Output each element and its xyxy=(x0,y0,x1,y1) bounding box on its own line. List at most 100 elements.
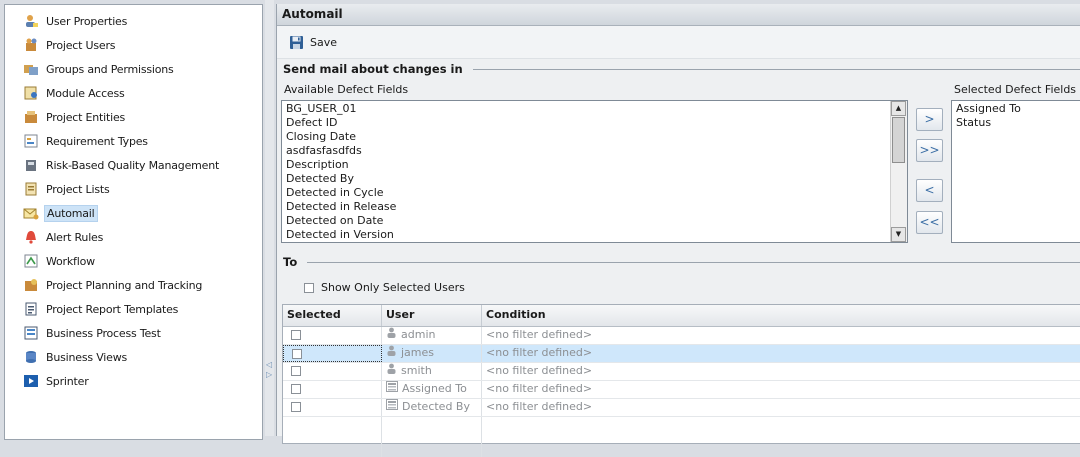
user-name: smith xyxy=(401,364,432,377)
sidebar-item-label: Project Users xyxy=(46,38,116,52)
row-select-cell xyxy=(283,381,382,398)
row-select-cell xyxy=(283,327,382,344)
user-cell: james xyxy=(382,345,482,362)
sidebar-item-project-report-templates[interactable]: Project Report Templates xyxy=(23,299,180,319)
send-mail-heading-text: Send mail about changes in xyxy=(283,62,463,76)
sidebar-item-sprinter[interactable]: Sprinter xyxy=(23,371,91,391)
project-lists-icon xyxy=(23,181,39,197)
available-field-item[interactable]: Defect ID xyxy=(282,116,907,130)
scroll-up-icon[interactable]: ▲ xyxy=(891,101,906,116)
scroll-thumb[interactable] xyxy=(892,117,905,163)
to-heading-text: To xyxy=(283,255,298,269)
table-row[interactable]: Detected By <no filter defined> xyxy=(283,399,1080,417)
sidebar-item-label: Project Report Templates xyxy=(46,302,179,316)
show-only-selected-checkbox[interactable]: Show Only Selected Users xyxy=(304,281,465,294)
project-users-icon xyxy=(23,37,39,53)
condition-cell[interactable]: <no filter defined> xyxy=(482,345,1080,362)
user-properties-icon xyxy=(23,13,39,29)
sidebar-item-business-process-test[interactable]: Business Process Test xyxy=(23,323,163,343)
available-field-item[interactable]: asdfasfasdfds xyxy=(282,144,907,158)
row-select-cell xyxy=(283,399,382,416)
available-field-item[interactable]: Detected in Release xyxy=(282,200,907,214)
row-select-checkbox[interactable] xyxy=(291,366,301,376)
sidebar-item-groups-and-permissions[interactable]: Groups and Permissions xyxy=(23,59,176,79)
selected-field-item[interactable]: Assigned To xyxy=(952,102,1080,116)
automail-icon xyxy=(23,205,39,221)
user-name: Detected By xyxy=(402,400,470,413)
table-row[interactable]: james <no filter defined> xyxy=(283,345,1080,363)
selected-fields-caption: Selected Defect Fields xyxy=(954,83,1077,96)
remove-all-fields-button[interactable]: << xyxy=(916,211,943,234)
panel-splitter[interactable]: ◁ ▷ xyxy=(265,0,274,436)
available-fields-caption: Available Defect Fields xyxy=(284,83,409,96)
available-field-item[interactable]: Detected in Cycle xyxy=(282,186,907,200)
column-header-selected[interactable]: Selected xyxy=(283,305,382,326)
scroll-down-icon[interactable]: ▼ xyxy=(891,227,906,242)
condition-cell[interactable]: <no filter defined> xyxy=(482,363,1080,380)
show-only-checkbox-box[interactable] xyxy=(304,282,314,293)
sidebar-item-requirement-types[interactable]: Requirement Types xyxy=(23,131,150,151)
available-field-item[interactable]: Closing Date xyxy=(282,130,907,144)
condition-cell[interactable]: <no filter defined> xyxy=(482,327,1080,344)
sidebar-item-automail[interactable]: Automail xyxy=(23,203,98,223)
row-select-cell xyxy=(283,363,382,380)
add-field-button[interactable]: > xyxy=(916,108,943,131)
sidebar-item-risk-based-quality-management[interactable]: Risk-Based Quality Management xyxy=(23,155,221,175)
available-field-item[interactable]: Detected By xyxy=(282,172,907,186)
grid-empty-area xyxy=(283,417,1080,457)
section-divider xyxy=(307,261,1080,263)
sidebar-item-label: Sprinter xyxy=(46,374,89,388)
field-icon xyxy=(386,381,398,397)
sidebar-item-project-users[interactable]: Project Users xyxy=(23,35,117,55)
sidebar-item-label: Project Planning and Tracking xyxy=(46,278,203,292)
sidebar-item-user-properties[interactable]: User Properties xyxy=(23,11,129,31)
condition-cell[interactable]: <no filter defined> xyxy=(482,381,1080,398)
risk-quality-icon xyxy=(23,157,39,173)
user-cell: Assigned To xyxy=(382,381,482,398)
report-templates-icon xyxy=(23,301,39,317)
table-row[interactable]: smith <no filter defined> xyxy=(283,363,1080,381)
row-select-checkbox[interactable] xyxy=(292,349,302,359)
user-name: james xyxy=(401,346,435,359)
sidebar-item-alert-rules[interactable]: Alert Rules xyxy=(23,227,105,247)
sidebar-item-workflow[interactable]: Workflow xyxy=(23,251,97,271)
user-icon xyxy=(386,327,397,343)
row-select-checkbox[interactable] xyxy=(291,330,301,340)
requirement-types-icon xyxy=(23,133,39,149)
available-field-item[interactable]: Detected in Version xyxy=(282,228,907,242)
row-select-cell xyxy=(283,345,382,362)
splitter-collapse-icon[interactable]: ◁ ▷ xyxy=(266,360,272,380)
table-row[interactable]: Assigned To <no filter defined> xyxy=(283,381,1080,399)
sidebar-item-label: Business Views xyxy=(46,350,128,364)
settings-sidebar: User Properties Project Users Groups and P… xyxy=(4,4,263,440)
column-header-condition[interactable]: Condition xyxy=(482,305,1080,326)
alert-rules-icon xyxy=(23,229,39,245)
available-field-item[interactable]: BG_USER_01 xyxy=(282,102,907,116)
sidebar-item-project-lists[interactable]: Project Lists xyxy=(23,179,112,199)
available-field-item[interactable]: Description xyxy=(282,158,907,172)
selected-field-item[interactable]: Status xyxy=(952,116,1080,130)
row-select-checkbox[interactable] xyxy=(291,384,301,394)
workflow-icon xyxy=(23,253,39,269)
condition-cell[interactable]: <no filter defined> xyxy=(482,399,1080,416)
selected-fields-list[interactable]: Assigned To Status xyxy=(951,100,1080,243)
sidebar-item-business-views[interactable]: Business Views xyxy=(23,347,129,367)
row-select-checkbox[interactable] xyxy=(291,402,301,412)
add-all-fields-button[interactable]: >> xyxy=(916,139,943,162)
sidebar-item-label: Project Entities xyxy=(46,110,126,124)
table-row[interactable]: admin <no filter defined> xyxy=(283,327,1080,345)
column-header-user[interactable]: User xyxy=(382,305,482,326)
available-field-item[interactable]: Detected on Date xyxy=(282,214,907,228)
remove-field-button[interactable]: < xyxy=(916,179,943,202)
toolbar: Save xyxy=(277,26,1080,59)
save-button[interactable]: Save xyxy=(285,33,341,52)
available-fields-list[interactable]: BG_USER_01 Defect ID Closing Date asdfasfas… xyxy=(281,100,908,243)
sidebar-item-project-entities[interactable]: Project Entities xyxy=(23,107,127,127)
available-fields-scrollbar[interactable]: ▲ ▼ xyxy=(890,101,907,242)
sidebar-item-project-planning-and-tracking[interactable]: Project Planning and Tracking xyxy=(23,275,204,295)
user-icon xyxy=(386,345,397,361)
automail-panel: Automail Save Send mail about changes in… xyxy=(276,4,1080,457)
business-views-icon xyxy=(23,349,39,365)
user-name: Assigned To xyxy=(402,382,467,395)
sidebar-item-module-access[interactable]: Module Access xyxy=(23,83,127,103)
